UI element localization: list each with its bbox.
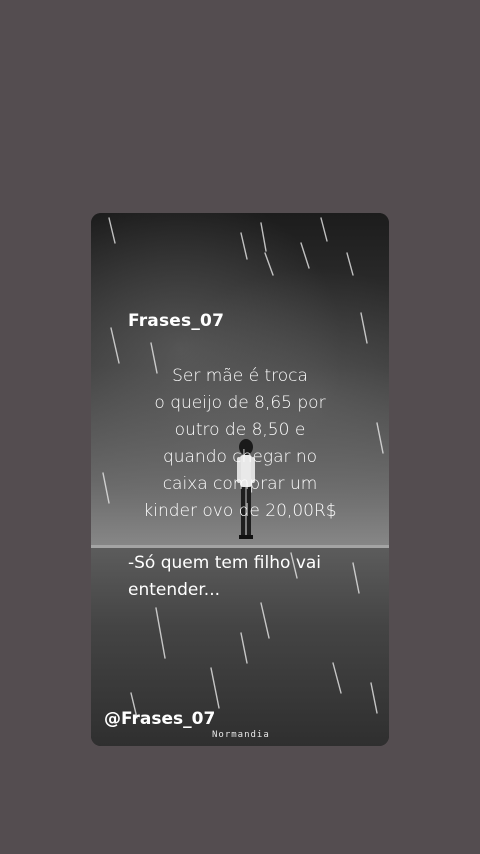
quote-line: outro de 8,50 e (174, 420, 306, 440)
quote-line: o queijo de 8,65 por (154, 393, 326, 413)
quote-tail: -Só quem tem filho vai entender... (128, 550, 321, 604)
story-card[interactable]: Frases_07 Ser mãe é troca o queijo de 8,… (91, 213, 389, 746)
author-handle[interactable]: @Frases_07 (104, 709, 215, 729)
quote-line: caixa comprar um (162, 474, 318, 494)
quote-line: kinder ovo de 20,00R$ (143, 501, 337, 521)
quote-line: Ser mãe é troca (172, 366, 308, 386)
quote-text: Ser mãe é troca o queijo de 8,65 por out… (91, 363, 389, 525)
quote-line: quando chegar no (162, 447, 318, 467)
brand-title: Frases_07 (128, 311, 225, 331)
watermark-text: Normandia (212, 730, 270, 740)
tail-line: -Só quem tem filho vai (128, 553, 322, 573)
tail-line: entender... (128, 580, 221, 600)
